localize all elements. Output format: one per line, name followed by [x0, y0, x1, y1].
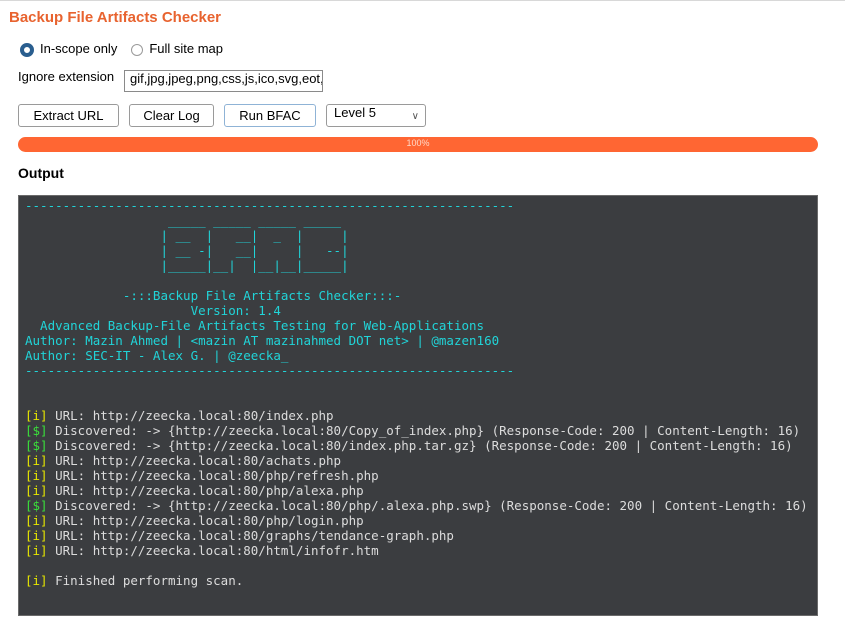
discovered-tag: [$]: [25, 498, 48, 513]
info-tag: [i]: [25, 573, 48, 588]
info-tag: [i]: [25, 513, 48, 528]
log-text: URL: http://zeecka.local:80/html/infofr.…: [47, 543, 379, 558]
info-tag: [i]: [25, 543, 48, 558]
log-line: [$] Discovered: -> {http://zeecka.local:…: [25, 423, 817, 438]
page-title: Backup File Artifacts Checker: [9, 9, 222, 26]
progress-bar: 100%: [18, 137, 818, 152]
ignore-extension-label: Ignore extension: [18, 69, 115, 84]
log-text: URL: http://zeecka.local:80/achats.php: [47, 453, 342, 468]
clear-log-button[interactable]: Clear Log: [129, 104, 214, 127]
log-text: URL: http://zeecka.local:80/php/refresh.…: [47, 468, 379, 483]
info-tag: [i]: [25, 528, 48, 543]
info-tag: [i]: [25, 483, 48, 498]
info-tag: [i]: [25, 408, 48, 423]
log-text: Discovered: -> {http://zeecka.local:80/p…: [47, 498, 808, 513]
level-select-value: Level 5: [334, 105, 376, 120]
output-label: Output: [18, 165, 64, 181]
radio-in-scope-only[interactable]: In-scope only: [20, 39, 117, 57]
radio-label: In-scope only: [40, 40, 118, 56]
banner-line: ----------------------------------------…: [25, 363, 515, 378]
banner-line: _____ _____ _____ _____: [25, 213, 349, 228]
banner-line: | __ | __| _ | |: [25, 228, 349, 243]
log-line: [i] Finished performing scan.: [25, 573, 817, 588]
discovered-tag: [$]: [25, 423, 48, 438]
radio-selected-icon[interactable]: [20, 43, 34, 57]
banner-line: [25, 393, 817, 408]
output-terminal[interactable]: ----------------------------------------…: [18, 195, 818, 616]
banner-line: [25, 378, 817, 393]
extract-url-button[interactable]: Extract URL: [18, 104, 119, 127]
log-line: [$] Discovered: -> {http://zeecka.local:…: [25, 438, 817, 453]
log-text: Discovered: -> {http://zeecka.local:80/C…: [47, 423, 801, 438]
log-line: [i] URL: http://zeecka.local:80/achats.p…: [25, 453, 817, 468]
banner-line: ----------------------------------------…: [25, 198, 515, 213]
log-line: [i] URL: http://zeecka.local:80/graphs/t…: [25, 528, 817, 543]
radio-label: Full site map: [149, 40, 224, 56]
banner-line: Advanced Backup-File Artifacts Testing f…: [25, 318, 485, 333]
log-text: URL: http://zeecka.local:80/php/login.ph…: [47, 513, 364, 528]
log-line: [i] URL: http://zeecka.local:80/index.ph…: [25, 408, 817, 423]
log-line: [i] URL: http://zeecka.local:80/php/alex…: [25, 483, 817, 498]
log-line: [i] URL: http://zeecka.local:80/html/inf…: [25, 543, 817, 558]
chevron-down-icon: ∨: [411, 111, 419, 122]
terminal-text: ----------------------------------------…: [19, 196, 817, 588]
log-text: Discovered: -> {http://zeecka.local:80/i…: [47, 438, 793, 453]
scope-radio-group: In-scope only Full site map: [20, 39, 237, 57]
banner-line: | __ -| __| | --|: [25, 243, 349, 258]
level-select[interactable]: Level 5 ∨: [326, 104, 426, 127]
banner-line: -:::Backup File Artifacts Checker:::-: [25, 288, 402, 303]
progress-label: 100%: [406, 138, 430, 148]
log-text: URL: http://zeecka.local:80/index.php: [47, 408, 334, 423]
info-tag: [i]: [25, 468, 48, 483]
banner-line: |_____|__| |__|__|_____|: [25, 258, 349, 273]
log-text: URL: http://zeecka.local:80/php/alexa.ph…: [47, 483, 364, 498]
log-text: URL: http://zeecka.local:80/graphs/tenda…: [47, 528, 454, 543]
banner-line: [25, 273, 817, 288]
banner-line: Author: Mazin Ahmed | <mazin AT mazinahm…: [25, 333, 500, 348]
info-tag: [i]: [25, 453, 48, 468]
log-line: [$] Discovered: -> {http://zeecka.local:…: [25, 498, 817, 513]
banner-line: Author: SEC-IT - Alex G. | @zeecka_: [25, 348, 289, 363]
ignore-extension-input[interactable]: gif,jpg,jpeg,png,css,js,ico,svg,eot,woff…: [124, 70, 323, 92]
log-line: [i] URL: http://zeecka.local:80/php/refr…: [25, 468, 817, 483]
discovered-tag: [$]: [25, 438, 48, 453]
log-line: [i] URL: http://zeecka.local:80/php/logi…: [25, 513, 817, 528]
radio-unselected-icon[interactable]: [131, 44, 144, 56]
banner-line: Version: 1.4: [25, 303, 281, 318]
radio-full-site-map[interactable]: Full site map: [131, 40, 223, 56]
run-bfac-button[interactable]: Run BFAC: [224, 104, 316, 127]
log-text: Finished performing scan.: [47, 573, 244, 588]
